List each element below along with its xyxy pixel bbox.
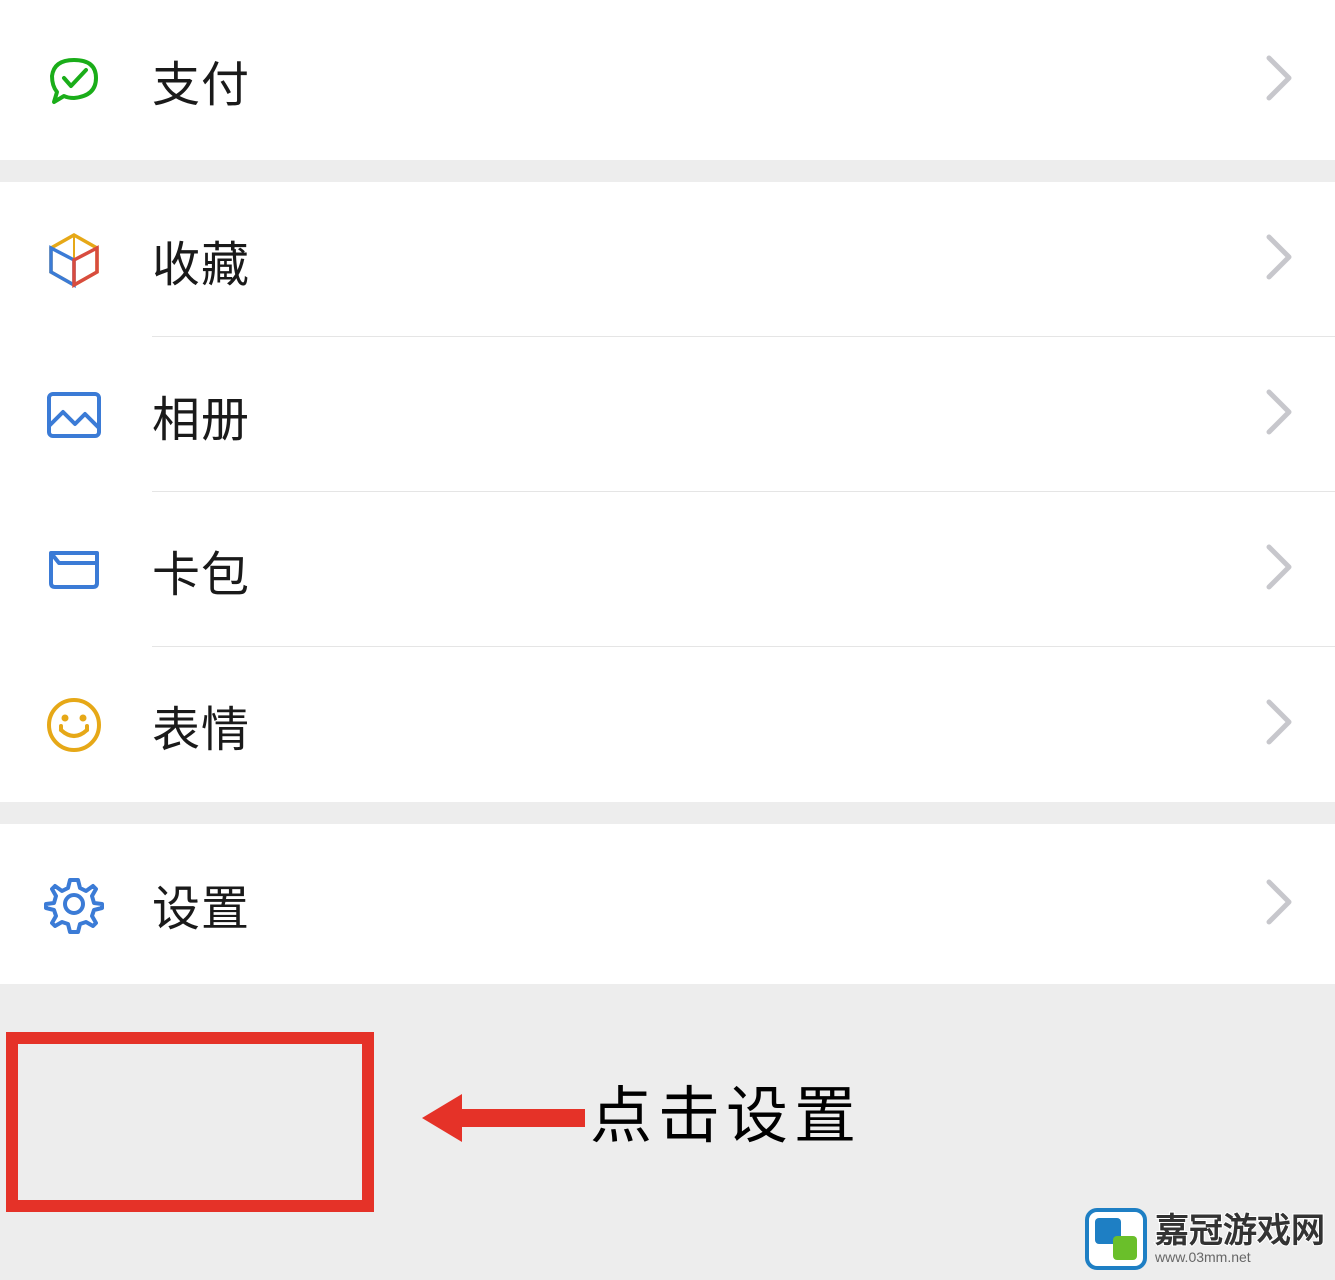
watermark-sub: www.03mm.net: [1155, 1250, 1325, 1264]
album-icon: [42, 383, 106, 447]
section-pay: 支付: [0, 0, 1335, 160]
row-album[interactable]: 相册: [0, 337, 1335, 492]
chevron-right-icon: [1265, 543, 1293, 596]
favorites-label: 收藏: [152, 225, 1265, 295]
favorites-icon: [42, 228, 106, 292]
section-settings: 设置: [0, 824, 1335, 984]
section-tools: 收藏 相册 卡包: [0, 182, 1335, 802]
chevron-right-icon: [1265, 233, 1293, 286]
chevron-right-icon: [1265, 388, 1293, 441]
watermark-logo-icon: [1085, 1208, 1147, 1270]
stickers-icon: [42, 693, 106, 757]
album-label: 相册: [152, 380, 1265, 450]
annotation-text: 点击设置: [590, 1065, 862, 1155]
settings-label: 设置: [152, 869, 1265, 939]
row-stickers[interactable]: 表情: [0, 647, 1335, 802]
pay-icon: [42, 48, 106, 112]
stickers-label: 表情: [152, 690, 1265, 760]
row-pay[interactable]: 支付: [0, 0, 1335, 160]
pay-label: 支付: [152, 45, 1265, 115]
chevron-right-icon: [1265, 878, 1293, 931]
chevron-right-icon: [1265, 698, 1293, 751]
watermark-text: 嘉冠游戏网 www.03mm.net: [1155, 1214, 1325, 1264]
cards-icon: [42, 538, 106, 602]
row-favorites[interactable]: 收藏: [0, 182, 1335, 337]
row-settings[interactable]: 设置: [0, 824, 1335, 984]
watermark: 嘉冠游戏网 www.03mm.net: [1085, 1208, 1325, 1270]
annotation-highlight: [6, 1032, 374, 1212]
watermark-main: 嘉冠游戏网: [1155, 1214, 1325, 1248]
settings-icon: [42, 872, 106, 936]
cards-label: 卡包: [152, 535, 1265, 605]
chevron-right-icon: [1265, 54, 1293, 107]
row-cards[interactable]: 卡包: [0, 492, 1335, 647]
annotation-arrow: [420, 1088, 590, 1153]
